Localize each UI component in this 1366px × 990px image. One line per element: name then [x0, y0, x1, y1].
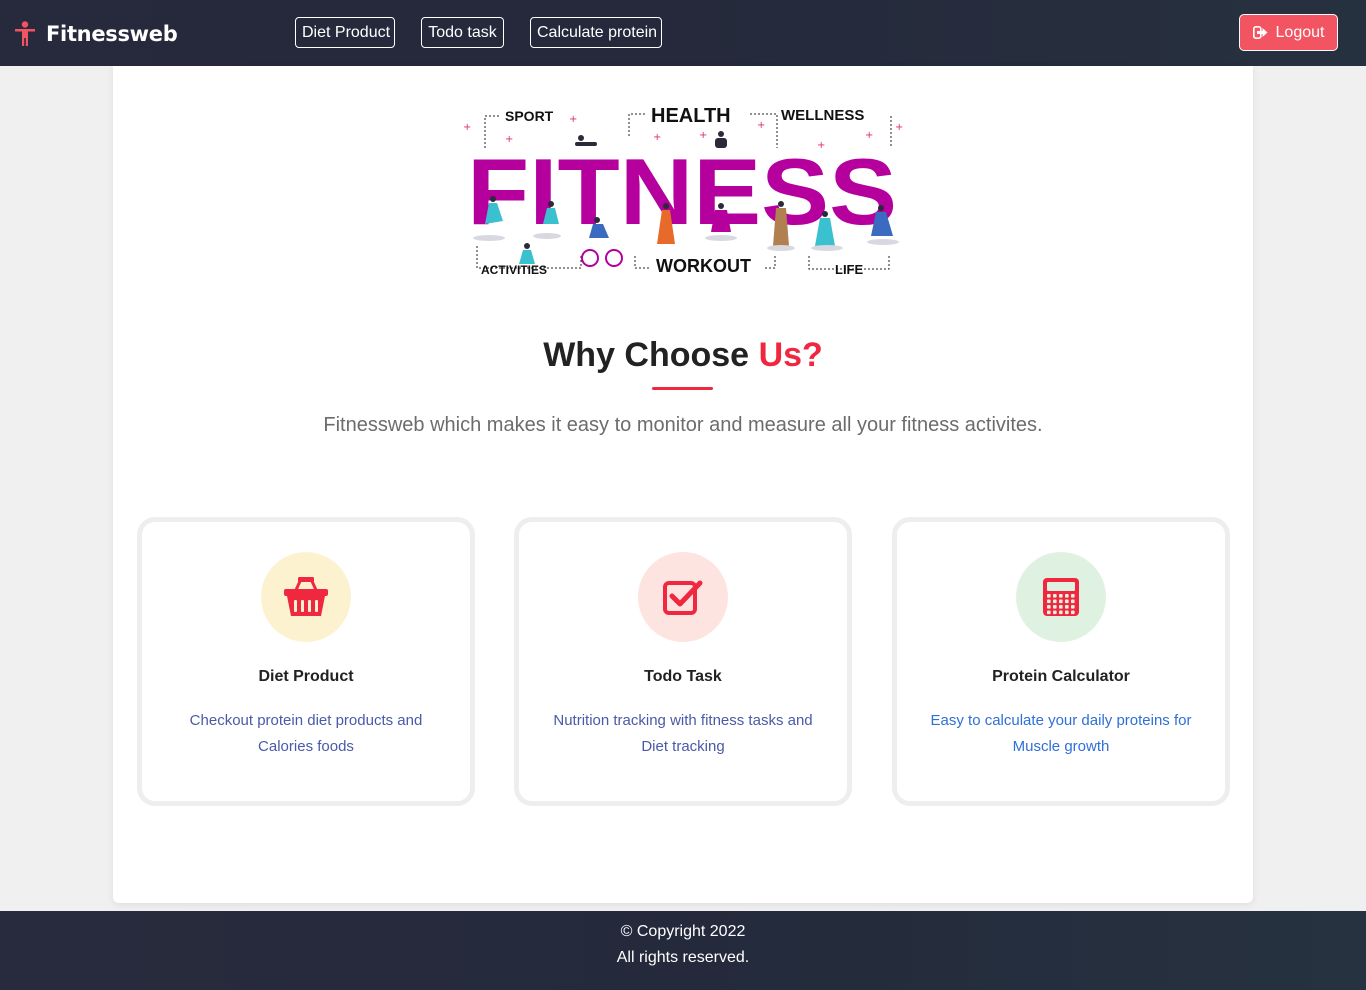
top-navbar: Fitnessweb Diet Product Todo task Calcul…: [0, 0, 1366, 66]
feature-title: Protein Calculator: [992, 668, 1130, 685]
hero-tag-workout: WORKOUT: [656, 256, 751, 276]
feature-card-protein-calculator[interactable]: Protein Calculator Easy to calculate you…: [892, 517, 1230, 806]
feature-card-diet-product[interactable]: Diet Product Checkout protein diet produ…: [137, 517, 475, 806]
hero-tag-wellness: WELLNESS: [781, 107, 864, 124]
footer-rights: All rights reserved.: [616, 949, 750, 966]
checkbox-icon: [663, 580, 703, 615]
logout-label: Logout: [1275, 23, 1325, 41]
fitness-hero-illustration: +++ +++ +++ SPORT HEALTH WELLNESS ACTIVI…: [463, 105, 903, 277]
heading-accent: Us?: [758, 336, 823, 374]
nav-calculate-protein-button[interactable]: Calculate protein: [530, 17, 662, 48]
section-subtitle: Fitnessweb which makes it easy to monito…: [323, 414, 1043, 436]
calculator-icon: [1043, 578, 1079, 616]
page-footer: © Copyright 2022 All rights reserved.: [0, 911, 1366, 990]
why-choose-us-heading: Why Choose Us?: [113, 336, 1253, 375]
feature-icon-circle: [1016, 552, 1106, 642]
nav-todo-task-button[interactable]: Todo task: [421, 17, 504, 48]
hero-tag-activities: ACTIVITIES: [481, 263, 547, 277]
feature-icon-circle: [638, 552, 728, 642]
feature-title: Diet Product: [258, 668, 354, 685]
feature-icon-circle: [261, 552, 351, 642]
feature-description: Easy to calculate your daily proteins fo…: [930, 712, 1192, 755]
feature-title: Todo Task: [644, 668, 722, 685]
main-content-card: + + + + + + + + + SPORT HEALTH WELLNESS ACTIVI…: [113, 66, 1253, 903]
hero-fitness-word: FITNESS: [467, 139, 897, 244]
svg-text:+: +: [757, 120, 765, 131]
basket-icon: [284, 577, 328, 616]
logout-button[interactable]: Logout: [1239, 14, 1338, 51]
heading-main: Why Choose: [543, 336, 750, 374]
heading-underline: [652, 387, 713, 390]
person-icon: [15, 21, 35, 46]
brand-name: Fitnessweb: [46, 22, 178, 46]
hero-tag-health: HEALTH: [651, 105, 731, 127]
hero-tag-life: LIFE: [835, 262, 863, 277]
nav-diet-product-button[interactable]: Diet Product: [295, 17, 395, 48]
svg-text:+: +: [569, 114, 577, 125]
svg-text:+: +: [463, 122, 471, 133]
feature-description: Checkout protein diet products and Calor…: [189, 712, 423, 755]
brand-link[interactable]: Fitnessweb: [14, 20, 178, 48]
feature-card-todo-task[interactable]: Todo Task Nutrition tracking with fitnes…: [514, 517, 852, 806]
hero-tag-sport: SPORT: [505, 108, 554, 124]
sign-out-icon: [1252, 26, 1268, 39]
footer-copyright: © Copyright 2022: [620, 923, 746, 940]
feature-description: Nutrition tracking with fitness tasks an…: [553, 712, 813, 755]
svg-text:+: +: [895, 122, 903, 133]
